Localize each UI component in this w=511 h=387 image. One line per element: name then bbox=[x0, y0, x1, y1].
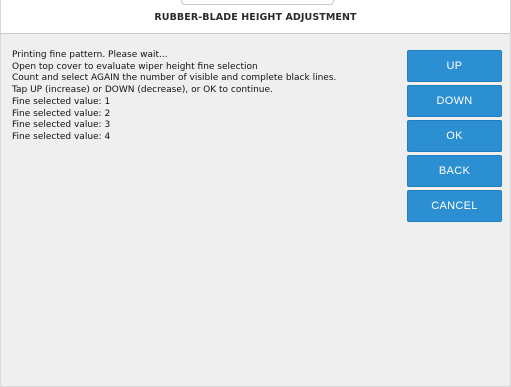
message-line: Open top cover to evaluate wiper height … bbox=[12, 61, 258, 72]
title-bar: RUBBER-BLADE HEIGHT ADJUSTMENT bbox=[1, 0, 510, 34]
message-line: Fine selected value: 3 bbox=[12, 120, 111, 131]
message-line: Fine selected value: 4 bbox=[12, 131, 111, 142]
message-log: Printing fine pattern. Please wait... Op… bbox=[12, 50, 397, 144]
adjustment-screen: RUBBER-BLADE HEIGHT ADJUSTMENT Printing … bbox=[0, 0, 511, 387]
message-line: Count and select AGAIN the number of vis… bbox=[12, 73, 337, 84]
page-title: RUBBER-BLADE HEIGHT ADJUSTMENT bbox=[154, 12, 357, 23]
up-button[interactable]: UP bbox=[407, 50, 502, 82]
button-column: UP DOWN OK BACK CANCEL bbox=[407, 50, 502, 225]
message-line: Tap UP (increase) or DOWN (decrease), or… bbox=[12, 85, 273, 96]
cancel-button[interactable]: CANCEL bbox=[407, 190, 502, 222]
down-button[interactable]: DOWN bbox=[407, 85, 502, 117]
message-line: Fine selected value: 1 bbox=[12, 96, 111, 107]
ok-button[interactable]: OK bbox=[407, 120, 502, 152]
message-line: Fine selected value: 2 bbox=[12, 108, 111, 119]
message-line: Printing fine pattern. Please wait... bbox=[12, 50, 168, 60]
back-button[interactable]: BACK bbox=[407, 155, 502, 187]
title-bar-tab bbox=[181, 0, 334, 5]
